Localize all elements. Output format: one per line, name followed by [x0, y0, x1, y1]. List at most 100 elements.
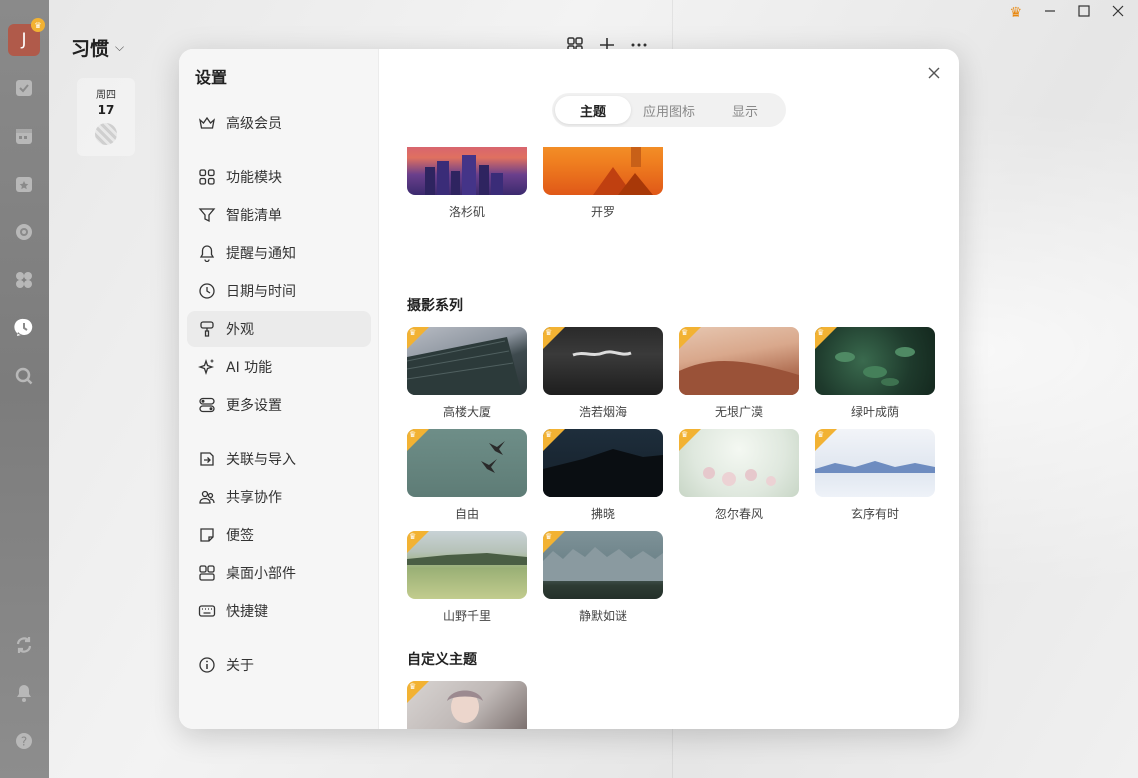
- nav-item-widgets[interactable]: 桌面小部件: [187, 555, 371, 591]
- calendar-star-icon[interactable]: [13, 173, 35, 195]
- nav-item-sticky-notes[interactable]: 便签: [187, 517, 371, 553]
- section-title-photography: 摄影系列: [407, 298, 463, 314]
- theme-thumb-ocean[interactable]: ♛: [543, 327, 663, 395]
- nav-label: 智能清单: [226, 208, 282, 224]
- nav-label: 关于: [226, 658, 254, 674]
- nav-label: 提醒与通知: [226, 246, 296, 262]
- crown-icon: ♛: [409, 682, 417, 691]
- theme-thumb-green-leaves[interactable]: ♛: [815, 327, 935, 395]
- nav-item-more-settings[interactable]: 更多设置: [187, 387, 371, 423]
- date-card[interactable]: 周四 17: [77, 78, 135, 156]
- theme-thumb-cairo[interactable]: [543, 147, 663, 195]
- habit-clock-icon[interactable]: [13, 317, 35, 339]
- nav-label: 外观: [226, 322, 254, 338]
- minimize-icon[interactable]: [1044, 5, 1056, 21]
- theme-thumb-dawn[interactable]: ♛: [543, 429, 663, 497]
- habit-ring: [95, 123, 117, 145]
- nav-item-premium[interactable]: 高级会员: [187, 105, 371, 141]
- theme-caption: 静默如谜: [578, 609, 627, 623]
- sparkle-icon: [198, 358, 215, 376]
- theme-list[interactable]: 洛杉矶 开罗 摄影系列 ♛ 高楼大厦 ♛ 浩若烟海 ♛ 无垠广漠 ♛ 绿叶成荫 …: [379, 147, 959, 729]
- appearance-tabs: 主题 应用图标 显示: [552, 93, 786, 127]
- nav-label: 便签: [226, 528, 254, 544]
- calendar-icon[interactable]: [13, 125, 35, 147]
- nav-label: AI 功能: [226, 360, 273, 376]
- theme-caption: 开罗: [590, 205, 615, 219]
- nav-item-date-time[interactable]: 日期与时间: [187, 273, 371, 309]
- theme-thumb-freedom[interactable]: ♛: [407, 429, 527, 497]
- keyboard-icon: [198, 605, 216, 617]
- nav-label: 桌面小部件: [226, 566, 296, 582]
- close-window-icon[interactable]: [1112, 5, 1124, 21]
- theme-caption: 无垠广漠: [714, 405, 763, 419]
- checkbox-icon[interactable]: [13, 77, 35, 99]
- nav-label: 日期与时间: [226, 284, 296, 300]
- nav-item-collaboration[interactable]: 共享协作: [187, 479, 371, 515]
- section-title-custom: 自定义主题: [407, 652, 477, 668]
- theme-caption: 浩若烟海: [578, 405, 627, 419]
- nav-label: 更多设置: [226, 398, 282, 414]
- help-icon[interactable]: ?: [13, 730, 35, 752]
- crown-icon: ♛: [545, 532, 553, 541]
- crown-icon: ♛: [31, 18, 45, 32]
- nav-item-integrations[interactable]: 关联与导入: [187, 441, 371, 477]
- theme-thumb-spring-breeze[interactable]: ♛: [679, 429, 799, 497]
- info-icon: [199, 657, 215, 673]
- window-controls: ♛: [1009, 5, 1124, 21]
- search-icon[interactable]: [13, 365, 35, 387]
- nav-item-smart-list[interactable]: 智能清单: [187, 197, 371, 233]
- import-icon: [200, 452, 214, 466]
- theme-thumb-los-angeles[interactable]: [407, 147, 527, 195]
- premium-crown-icon[interactable]: ♛: [1009, 5, 1022, 21]
- people-icon: [199, 490, 215, 504]
- date-weekday: 周四: [96, 90, 116, 101]
- theme-caption: 拂晓: [590, 507, 615, 521]
- theme-thumb-wild-fields[interactable]: ♛: [407, 531, 527, 599]
- page-title[interactable]: 习惯 ⌵: [71, 34, 124, 61]
- svg-text:?: ?: [21, 735, 27, 749]
- nav-item-appearance[interactable]: 外观: [187, 311, 371, 347]
- crown-icon: ♛: [817, 430, 825, 439]
- tab-display[interactable]: 显示: [707, 96, 783, 124]
- brush-icon: [200, 321, 214, 337]
- theme-thumb-silent-mystery[interactable]: ♛: [543, 531, 663, 599]
- nav-item-notifications[interactable]: 提醒与通知: [187, 235, 371, 271]
- crown-icon: ♛: [545, 430, 553, 439]
- maximize-icon[interactable]: [1078, 5, 1090, 21]
- theme-caption: 绿叶成荫: [850, 405, 899, 419]
- bell-icon[interactable]: [13, 682, 35, 704]
- toggle-icon: [199, 397, 215, 413]
- close-icon[interactable]: [927, 65, 943, 81]
- crown-icon: ♛: [681, 328, 689, 337]
- sync-icon[interactable]: [13, 634, 35, 656]
- settings-sidebar: 设置 高级会员 功能模块 智能清单 提醒与通知 日期与时间 外观 AI 功能 更…: [179, 49, 379, 729]
- crown-icon: ♛: [545, 328, 553, 337]
- nav-item-shortcuts[interactable]: 快捷键: [187, 593, 371, 629]
- crown-icon: [199, 116, 215, 129]
- nav-item-about[interactable]: 关于: [187, 647, 371, 683]
- left-rail: J ♛ ?: [0, 0, 49, 778]
- theme-thumb-skyscraper[interactable]: ♛: [407, 327, 527, 395]
- crown-icon: ♛: [681, 430, 689, 439]
- nav-item-ai[interactable]: AI 功能: [187, 349, 371, 385]
- grid-icon: [199, 169, 215, 185]
- nav-item-modules[interactable]: 功能模块: [187, 159, 371, 195]
- theme-thumb-seasons[interactable]: ♛: [815, 429, 935, 497]
- clover-icon[interactable]: [13, 269, 35, 291]
- crown-icon: ♛: [409, 532, 417, 541]
- filter-icon: [198, 208, 216, 223]
- theme-thumb-custom[interactable]: ♛: [407, 681, 527, 729]
- focus-icon[interactable]: [13, 221, 35, 243]
- note-icon: [200, 528, 214, 542]
- crown-icon: ♛: [409, 430, 417, 439]
- tab-theme[interactable]: 主题: [555, 96, 631, 124]
- theme-thumb-desert[interactable]: ♛: [679, 327, 799, 395]
- crown-icon: ♛: [409, 328, 417, 337]
- theme-caption: 玄序有时: [850, 507, 899, 521]
- crown-icon: ♛: [817, 328, 825, 337]
- theme-caption: 山野千里: [442, 609, 491, 623]
- theme-caption: 高楼大厦: [442, 405, 491, 419]
- nav-label: 快捷键: [226, 604, 268, 620]
- chevron-down-icon: ⌵: [115, 40, 125, 54]
- tab-app-icon[interactable]: 应用图标: [631, 96, 707, 124]
